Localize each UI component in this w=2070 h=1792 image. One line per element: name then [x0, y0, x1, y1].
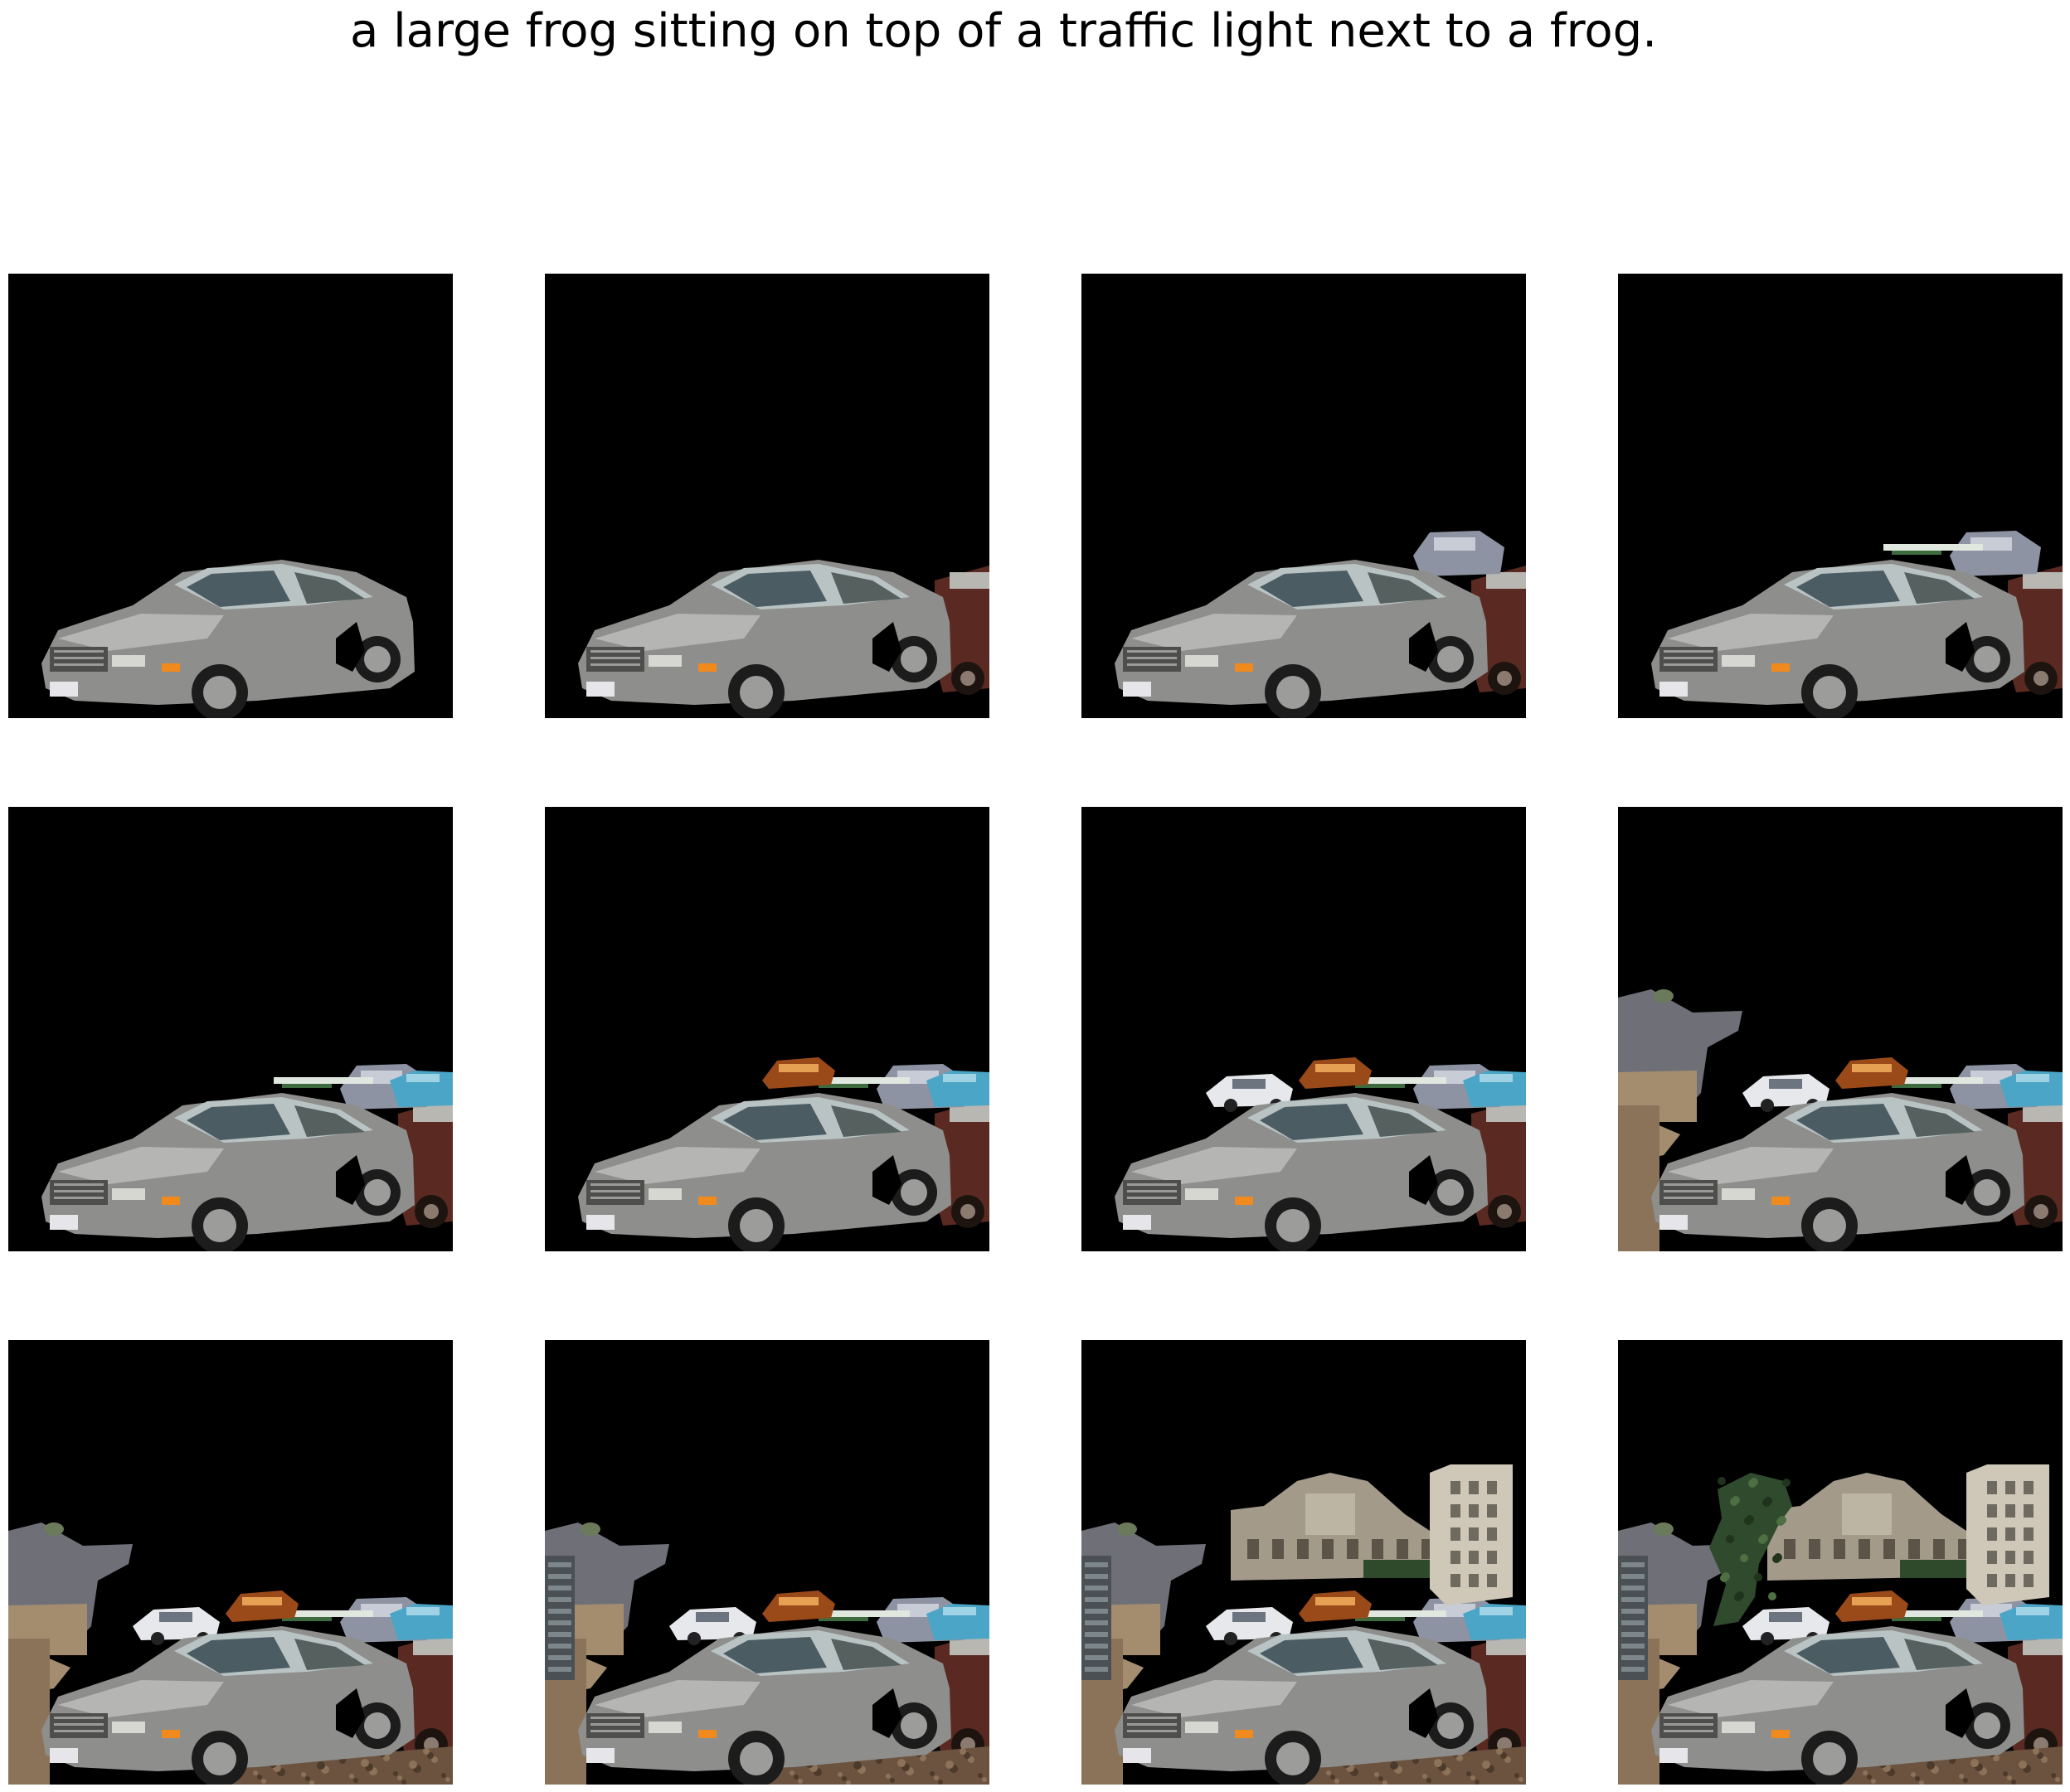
image-panel-r3-c4 [1618, 1340, 2063, 1785]
image-panel-r2-c4 [1618, 807, 2063, 1251]
panel-image [1618, 1340, 2063, 1785]
image-panel-r1-c2 [545, 274, 989, 718]
panel-image [1081, 807, 1526, 1251]
panel-image [1618, 807, 2063, 1251]
image-panel-r1-c1 [8, 274, 453, 718]
panel-image [545, 1340, 989, 1785]
glass-building-left-region [545, 1556, 575, 1680]
panel-image [8, 807, 453, 1251]
image-panel-r3-c3 [1081, 1340, 1526, 1785]
image-panel-r3-c1 [8, 1340, 453, 1785]
glass-building-left-region [1618, 1556, 1648, 1680]
image-panel-r3-c2 [545, 1340, 989, 1785]
image-panel-r2-c2 [545, 807, 989, 1251]
panel-image [545, 274, 989, 718]
image-panel-r2-c3 [1081, 807, 1526, 1251]
figure-title: a large frog sitting on top of a traffic… [349, 4, 1658, 58]
glass-building-left-region [1081, 1556, 1111, 1680]
panel-image [1618, 274, 2063, 718]
image-panel-r1-c4 [1618, 274, 2063, 718]
image-panel-r2-c1 [8, 807, 453, 1251]
panel-image [1081, 1340, 1526, 1785]
panel-image [545, 807, 989, 1251]
panel-image [1081, 274, 1526, 718]
panel-image [8, 1340, 453, 1785]
panel-image [8, 274, 453, 718]
image-panel-r1-c3 [1081, 274, 1526, 718]
